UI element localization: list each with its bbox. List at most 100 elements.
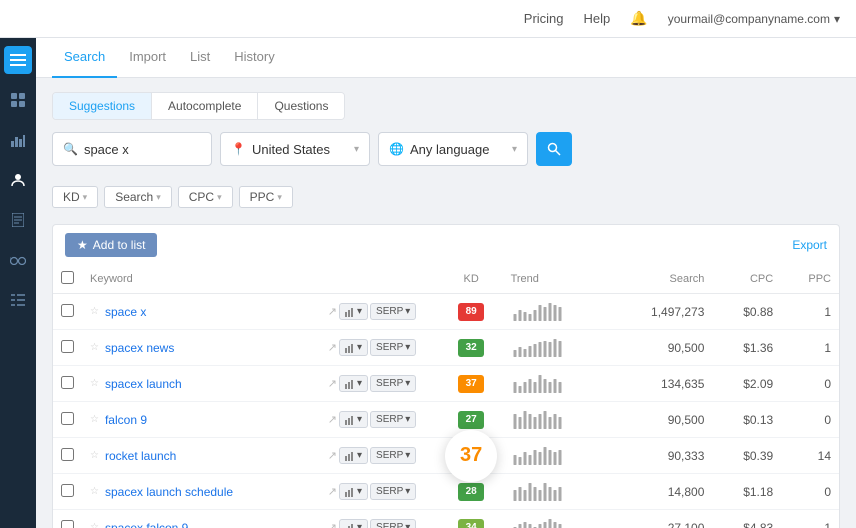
user-email[interactable]: yourmail@companyname.com ▾ xyxy=(668,12,840,26)
kd-cell: 37 37 xyxy=(440,438,503,474)
subtab-questions[interactable]: Questions xyxy=(258,93,344,119)
chart-button[interactable]: ▾ xyxy=(339,303,368,320)
keyword-table: ★ Add to list Export Keyword KD Trend xyxy=(52,224,840,528)
row-checkbox-cell[interactable] xyxy=(53,474,82,510)
trend-cell xyxy=(503,438,609,474)
sidebar-icon-person[interactable] xyxy=(4,166,32,194)
sidebar-logo[interactable] xyxy=(4,46,32,74)
row-star-icon[interactable]: ☆ xyxy=(90,306,99,317)
col-trend: Trend xyxy=(503,265,609,294)
tab-bar: Search Import List History xyxy=(36,38,856,78)
tab-history[interactable]: History xyxy=(222,38,286,78)
chart-button[interactable]: ▾ xyxy=(339,339,368,356)
row-checkbox[interactable] xyxy=(61,340,74,353)
trend-cell xyxy=(503,294,609,330)
row-checkbox[interactable] xyxy=(61,448,74,461)
main-content: Search Import List History Suggestions A… xyxy=(36,38,856,528)
tab-search[interactable]: Search xyxy=(52,38,117,78)
arrow-icon[interactable]: ↗ xyxy=(328,413,337,426)
location-dropdown[interactable]: 📍 United States ▾ xyxy=(220,132,370,166)
kd-cell: 32 xyxy=(440,330,503,366)
arrow-icon[interactable]: ↗ xyxy=(328,449,337,462)
pricing-link[interactable]: Pricing xyxy=(524,11,564,26)
serp-button[interactable]: SERP ▾ xyxy=(370,339,416,356)
search-button[interactable] xyxy=(536,132,572,166)
chart-button[interactable]: ▾ xyxy=(339,519,368,528)
sidebar-icon-glasses[interactable] xyxy=(4,246,32,274)
filter-cpc[interactable]: CPC ▾ xyxy=(178,186,233,208)
row-star-icon[interactable]: ☆ xyxy=(90,522,99,528)
row-checkbox[interactable] xyxy=(61,412,74,425)
keyword-cell: ☆ spacex launch xyxy=(82,366,320,402)
bell-icon[interactable]: 🔔 xyxy=(630,10,647,27)
keyword-text[interactable]: spacex launch schedule xyxy=(105,485,233,499)
keyword-text[interactable]: spacex launch xyxy=(105,377,182,391)
sidebar-icon-list[interactable] xyxy=(4,286,32,314)
sidebar-icon-grid[interactable] xyxy=(4,86,32,114)
chart-button[interactable]: ▾ xyxy=(339,447,368,464)
filter-kd[interactable]: KD ▾ xyxy=(52,186,98,208)
serp-button[interactable]: SERP ▾ xyxy=(370,411,416,428)
row-checkbox[interactable] xyxy=(61,520,74,528)
language-dropdown[interactable]: 🌐 Any language ▾ xyxy=(378,132,528,166)
row-checkbox[interactable] xyxy=(61,484,74,497)
search-input-icon: 🔍 xyxy=(63,142,78,156)
keyword-text[interactable]: spacex news xyxy=(105,341,174,355)
chart-button[interactable]: ▾ xyxy=(339,411,368,428)
arrow-icon[interactable]: ↗ xyxy=(328,305,337,318)
row-star-icon[interactable]: ☆ xyxy=(90,342,99,353)
keyword-text[interactable]: rocket launch xyxy=(105,449,176,463)
row-checkbox-cell[interactable] xyxy=(53,294,82,330)
sidebar-icon-chart[interactable] xyxy=(4,126,32,154)
row-star-icon[interactable]: ☆ xyxy=(90,414,99,425)
top-nav: Pricing Help 🔔 yourmail@companyname.com … xyxy=(0,0,856,38)
chart-button[interactable]: ▾ xyxy=(339,375,368,392)
ppc-cell: 1 xyxy=(781,510,839,528)
select-all-checkbox[interactable] xyxy=(61,271,74,284)
export-button[interactable]: Export xyxy=(792,238,827,252)
serp-button[interactable]: SERP ▾ xyxy=(370,519,416,528)
row-checkbox-cell[interactable] xyxy=(53,510,82,528)
search-volume-cell: 90,500 xyxy=(609,402,713,438)
serp-button[interactable]: SERP ▾ xyxy=(370,447,416,464)
help-link[interactable]: Help xyxy=(584,11,611,26)
arrow-icon[interactable]: ↗ xyxy=(328,377,337,390)
row-checkbox-cell[interactable] xyxy=(53,402,82,438)
keyword-cell: ☆ falcon 9 xyxy=(82,402,320,438)
row-checkbox[interactable] xyxy=(61,304,74,317)
keyword-text[interactable]: space x xyxy=(105,305,146,319)
search-input[interactable] xyxy=(84,142,201,157)
content-area: Suggestions Autocomplete Questions 🔍 📍 U… xyxy=(36,78,856,528)
row-star-icon[interactable]: ☆ xyxy=(90,486,99,497)
tab-import[interactable]: Import xyxy=(117,38,178,78)
row-checkbox-cell[interactable] xyxy=(53,438,82,474)
row-checkbox-cell[interactable] xyxy=(53,330,82,366)
arrow-icon[interactable]: ↗ xyxy=(328,521,337,528)
tab-list[interactable]: List xyxy=(178,38,222,78)
sidebar-icon-doc[interactable] xyxy=(4,206,32,234)
col-cpc: CPC xyxy=(712,265,781,294)
table-row: ☆ spacex news ↗ ▾ SERP ▾ xyxy=(53,330,839,366)
keyword-text[interactable]: falcon 9 xyxy=(105,413,147,427)
table-row: ☆ falcon 9 ↗ ▾ SERP ▾ xyxy=(53,402,839,438)
arrow-icon[interactable]: ↗ xyxy=(328,485,337,498)
row-checkbox-cell[interactable] xyxy=(53,366,82,402)
row-checkbox[interactable] xyxy=(61,376,74,389)
keyword-text[interactable]: spacex falcon 9 xyxy=(105,521,188,528)
add-to-list-button[interactable]: ★ Add to list xyxy=(65,233,157,257)
trend-cell xyxy=(503,474,609,510)
arrow-icon[interactable]: ↗ xyxy=(328,341,337,354)
serp-button[interactable]: SERP ▾ xyxy=(370,483,416,500)
serp-button[interactable]: SERP ▾ xyxy=(370,375,416,392)
filter-ppc[interactable]: PPC ▾ xyxy=(239,186,293,208)
subtab-autocomplete[interactable]: Autocomplete xyxy=(152,93,258,119)
subtab-suggestions[interactable]: Suggestions xyxy=(53,93,152,119)
chart-button[interactable]: ▾ xyxy=(339,483,368,500)
keyword-cell: ☆ space x xyxy=(82,294,320,330)
filter-search[interactable]: Search ▾ xyxy=(104,186,172,208)
location-chevron-icon: ▾ xyxy=(354,144,359,155)
row-star-icon[interactable]: ☆ xyxy=(90,378,99,389)
search-box[interactable]: 🔍 xyxy=(52,132,212,166)
row-star-icon[interactable]: ☆ xyxy=(90,450,99,461)
serp-button[interactable]: SERP ▾ xyxy=(370,303,416,320)
